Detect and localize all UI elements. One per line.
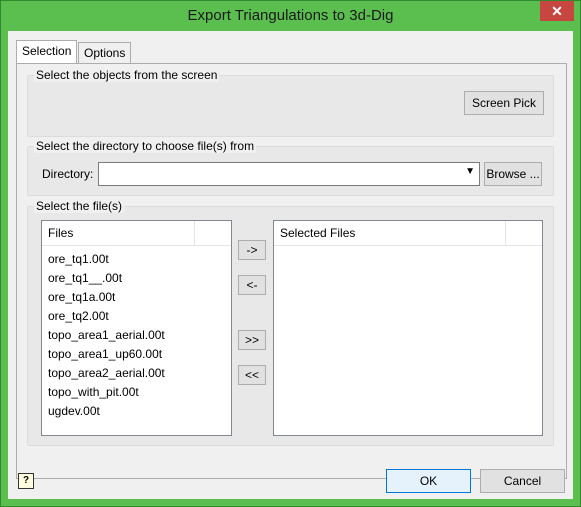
list-item[interactable]: ore_tq1.00t: [42, 250, 231, 269]
chevron-down-icon[interactable]: ▼: [465, 166, 475, 177]
help-icon[interactable]: ?: [18, 473, 34, 489]
selected-list-header: Selected Files: [274, 221, 542, 246]
dialog-window: Export Triangulations to 3d-Dig ✕ Select…: [0, 0, 581, 507]
cancel-button[interactable]: Cancel: [480, 469, 565, 493]
title-bar[interactable]: Export Triangulations to 3d-Dig ✕: [1, 1, 580, 31]
list-item[interactable]: ore_tq1a.00t: [42, 288, 231, 307]
dialog-body: Selection Options Select the objects fro…: [8, 31, 573, 499]
files-group: Select the file(s) Files ore_tq1.00t ore…: [27, 199, 554, 446]
list-item[interactable]: topo_area1_aerial.00t: [42, 326, 231, 345]
header-divider: [194, 221, 195, 245]
move-all-right-button[interactable]: >>: [238, 330, 266, 350]
selected-header-label: Selected Files: [280, 226, 356, 240]
browse-button[interactable]: Browse ...: [484, 162, 542, 186]
header-divider: [505, 221, 506, 245]
selection-panel: Select the objects from the screen Scree…: [16, 63, 567, 479]
list-item[interactable]: topo_with_pit.00t: [42, 383, 231, 402]
tab-options[interactable]: Options: [78, 42, 132, 63]
list-item[interactable]: ore_tq2.00t: [42, 307, 231, 326]
files-header-label: Files: [48, 226, 74, 240]
window-title: Export Triangulations to 3d-Dig: [187, 7, 394, 24]
directory-group-label: Select the directory to choose file(s) f…: [34, 139, 257, 153]
files-list[interactable]: Files ore_tq1.00t ore_tq1__.00t ore_tq1a…: [41, 220, 232, 436]
selected-files-list[interactable]: Selected Files: [273, 220, 543, 436]
list-item[interactable]: ugdev.00t: [42, 402, 231, 421]
list-item[interactable]: ore_tq1__.00t: [42, 269, 231, 288]
close-icon[interactable]: ✕: [540, 1, 574, 21]
directory-combobox[interactable]: ▼: [98, 162, 480, 186]
list-item[interactable]: topo_area2_aerial.00t: [42, 364, 231, 383]
directory-group: Select the directory to choose file(s) f…: [27, 139, 554, 196]
move-all-left-button[interactable]: <<: [238, 365, 266, 385]
files-group-label: Select the file(s): [34, 199, 125, 213]
screen-group: Select the objects from the screen Scree…: [27, 68, 554, 137]
screen-pick-button[interactable]: Screen Pick: [464, 91, 544, 115]
move-left-button[interactable]: <-: [238, 275, 266, 295]
directory-label: Directory:: [42, 167, 94, 181]
list-item[interactable]: topo_area1_up60.00t: [42, 345, 231, 364]
tab-selection[interactable]: Selection: [16, 40, 78, 63]
ok-button[interactable]: OK: [386, 469, 471, 493]
screen-group-label: Select the objects from the screen: [34, 68, 220, 82]
files-list-header: Files: [42, 221, 231, 246]
move-right-button[interactable]: ->: [238, 240, 266, 260]
